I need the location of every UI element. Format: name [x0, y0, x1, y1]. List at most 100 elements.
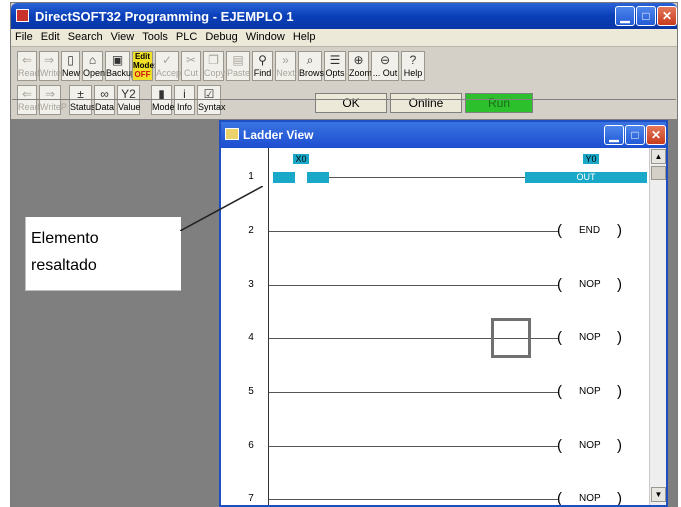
rung-wire	[269, 285, 559, 286]
help-icon: ?	[409, 53, 417, 67]
online-toolbar: OK Online Run ⇐ ReadP ⇒ WriteP ± Status ∞ Data Y…	[11, 83, 677, 117]
app-icon	[16, 9, 29, 22]
toolbar-label: Copy	[204, 68, 226, 78]
toolbar-divider	[12, 99, 676, 100]
window-title: DirectSOFT32 Programming - EJEMPLO 1	[35, 9, 294, 24]
coil-instruction[interactable]: NOP	[579, 493, 601, 504]
toolbar-opts-button[interactable]: ☰ Opts	[324, 51, 346, 81]
minimize-button[interactable]: ▁	[615, 6, 635, 26]
run-status: Run	[465, 93, 533, 113]
toolbar-backup-button[interactable]: ▣ Backup	[105, 51, 136, 81]
toolbar-readp-button[interactable]: ⇐ ReadP	[17, 85, 46, 115]
menu-window[interactable]: Window	[242, 29, 289, 43]
menu-search[interactable]: Search	[64, 29, 107, 43]
toolbar-edit-mode-off-button[interactable]: Edit Mode: OFF	[132, 51, 157, 81]
coil-instruction[interactable]: NOP	[579, 440, 601, 451]
left-power-rail	[268, 148, 269, 505]
edit-cursor[interactable]	[491, 318, 531, 358]
toolbar-next-button[interactable]: » Next	[275, 51, 296, 81]
menu-debug[interactable]: Debug	[201, 29, 241, 43]
maximize-button[interactable]: □	[636, 6, 656, 26]
main-toolbar: ⇐ Read ⇒ Write ▯ New ⌂ Open ▣ Backup Edit Mode: OFF ✓…	[11, 49, 677, 83]
menu-edit[interactable]: Edit	[37, 29, 64, 43]
toolbar-open-button[interactable]: ⌂ Open	[82, 51, 105, 81]
toolbar-help-button[interactable]: ? Help	[401, 51, 425, 81]
toolbar-info-button[interactable]: i Info	[174, 85, 195, 115]
ladder-maximize-button[interactable]: □	[625, 125, 645, 145]
edit-mode-state: OFF	[134, 70, 151, 79]
menu-plc[interactable]: PLC	[172, 29, 201, 43]
toolbar-label: New	[62, 68, 81, 78]
toolbar-label: Zoom	[349, 68, 373, 78]
coil-instruction[interactable]: NOP	[579, 279, 601, 290]
toolbar-write-button[interactable]: ⇒ Write	[39, 51, 61, 81]
scroll-down-icon[interactable]: ▼	[651, 487, 666, 502]
binoculars-icon: ⚲	[258, 53, 267, 67]
window-titlebar[interactable]: DirectSOFT32 Programming - EJEMPLO 1 ▁ □…	[11, 3, 677, 29]
toolbar-data-button[interactable]: ∞ Data	[94, 85, 115, 115]
menu-file[interactable]: File	[11, 29, 37, 43]
contact-right-plate[interactable]	[307, 172, 329, 183]
toolbar-label: Paste	[227, 68, 251, 78]
toolbar-paste-button[interactable]: ▤ Paste	[226, 51, 250, 81]
coil-close-paren: )	[617, 490, 622, 505]
edit-mode-label2: Mode:	[133, 61, 157, 70]
menu-tools[interactable]: Tools	[138, 29, 172, 43]
coil-open-paren: (	[557, 437, 562, 454]
scroll-up-icon[interactable]: ▲	[651, 149, 666, 164]
ladder-view-titlebar[interactable]: Ladder View ▁ □ ✕	[221, 122, 666, 148]
options-icon: ☰	[329, 53, 341, 67]
rung-wire	[269, 446, 559, 447]
rung-number: 1	[248, 171, 254, 182]
toolbar-label: Status	[70, 102, 96, 112]
toolbar-copy-button[interactable]: ❐ Copy	[203, 51, 226, 81]
zoom-in-icon: ⊕	[353, 53, 364, 67]
toolbar-accept-button[interactable]: ✓ Accept	[155, 51, 184, 81]
read-icon: ⇐	[21, 53, 33, 67]
toolbar-mode-button[interactable]: ▮ Mode	[151, 85, 175, 115]
next-icon: »	[282, 53, 289, 67]
toolbar-label: Find	[253, 68, 272, 78]
toolbar-status-button[interactable]: ± Status	[69, 85, 96, 115]
toolbar-label: Data	[95, 102, 115, 112]
vertical-scrollbar[interactable]: ▲ ▼	[649, 148, 666, 505]
menubar: File Edit Search View Tools PLC Debug Window Hel…	[11, 29, 677, 47]
menu-help[interactable]: Help	[289, 29, 320, 43]
toolbar-new-button[interactable]: ▯ New	[61, 51, 80, 81]
toolbar-label: Help	[403, 68, 423, 78]
coil-instruction[interactable]: END	[579, 225, 600, 236]
ladder-minimize-button[interactable]: ▁	[604, 125, 624, 145]
toolbar-label: ReadP	[18, 102, 46, 112]
scroll-thumb[interactable]	[651, 166, 666, 180]
coil-open-paren: (	[557, 276, 562, 293]
ladder-close-button[interactable]: ✕	[646, 125, 666, 145]
out-coil[interactable]: OUT	[525, 172, 647, 183]
callout-line1: Elemento	[31, 230, 99, 247]
ladder-view-window: Ladder View ▁ □ ✕ 1 X0 Y0 OUT 2(END) 3(NOP) 4(…	[219, 120, 668, 507]
cut-icon: ✂	[185, 53, 197, 67]
toolbar-read-button[interactable]: ⇐ Read	[17, 51, 40, 81]
toolbar-writep-button[interactable]: ⇒ WriteP	[39, 85, 67, 115]
rung-number: 7	[248, 493, 254, 504]
toolbar-syntax-button[interactable]: ☑ Syntax	[197, 85, 226, 115]
rung-number: 4	[248, 332, 254, 343]
toolbar-find-button[interactable]: ⚲ Find	[252, 51, 273, 81]
rung-wire	[269, 231, 559, 232]
contact-left-plate[interactable]	[273, 172, 295, 183]
ladder-canvas[interactable]: 1 X0 Y0 OUT 2(END) 3(NOP) 4(NOP) 5(NOP) 6(NOP) 7(…	[221, 148, 649, 505]
toolbar-value-button[interactable]: Y2 Value	[117, 85, 140, 115]
coil-instruction[interactable]: NOP	[579, 332, 601, 343]
rung-number: 6	[248, 440, 254, 451]
toolbar-label: Opts	[325, 68, 345, 78]
toolbar-cut-button[interactable]: ✂ Cut	[181, 51, 201, 81]
close-button[interactable]: ✕	[657, 6, 677, 26]
toolbar-browse-button[interactable]: ⌕ Browse	[298, 51, 329, 81]
coil-close-paren: )	[617, 276, 622, 293]
coil-close-paren: )	[617, 329, 622, 346]
menu-view[interactable]: View	[107, 29, 139, 43]
toolbar-zoom-button[interactable]: ⊕ Zoom	[348, 51, 373, 81]
coil-instruction[interactable]: NOP	[579, 386, 601, 397]
toolbar-label: Syntax	[198, 102, 226, 112]
toolbar-out-button[interactable]: ⊖... Out	[371, 51, 399, 81]
browse-icon: ⌕	[306, 53, 314, 67]
